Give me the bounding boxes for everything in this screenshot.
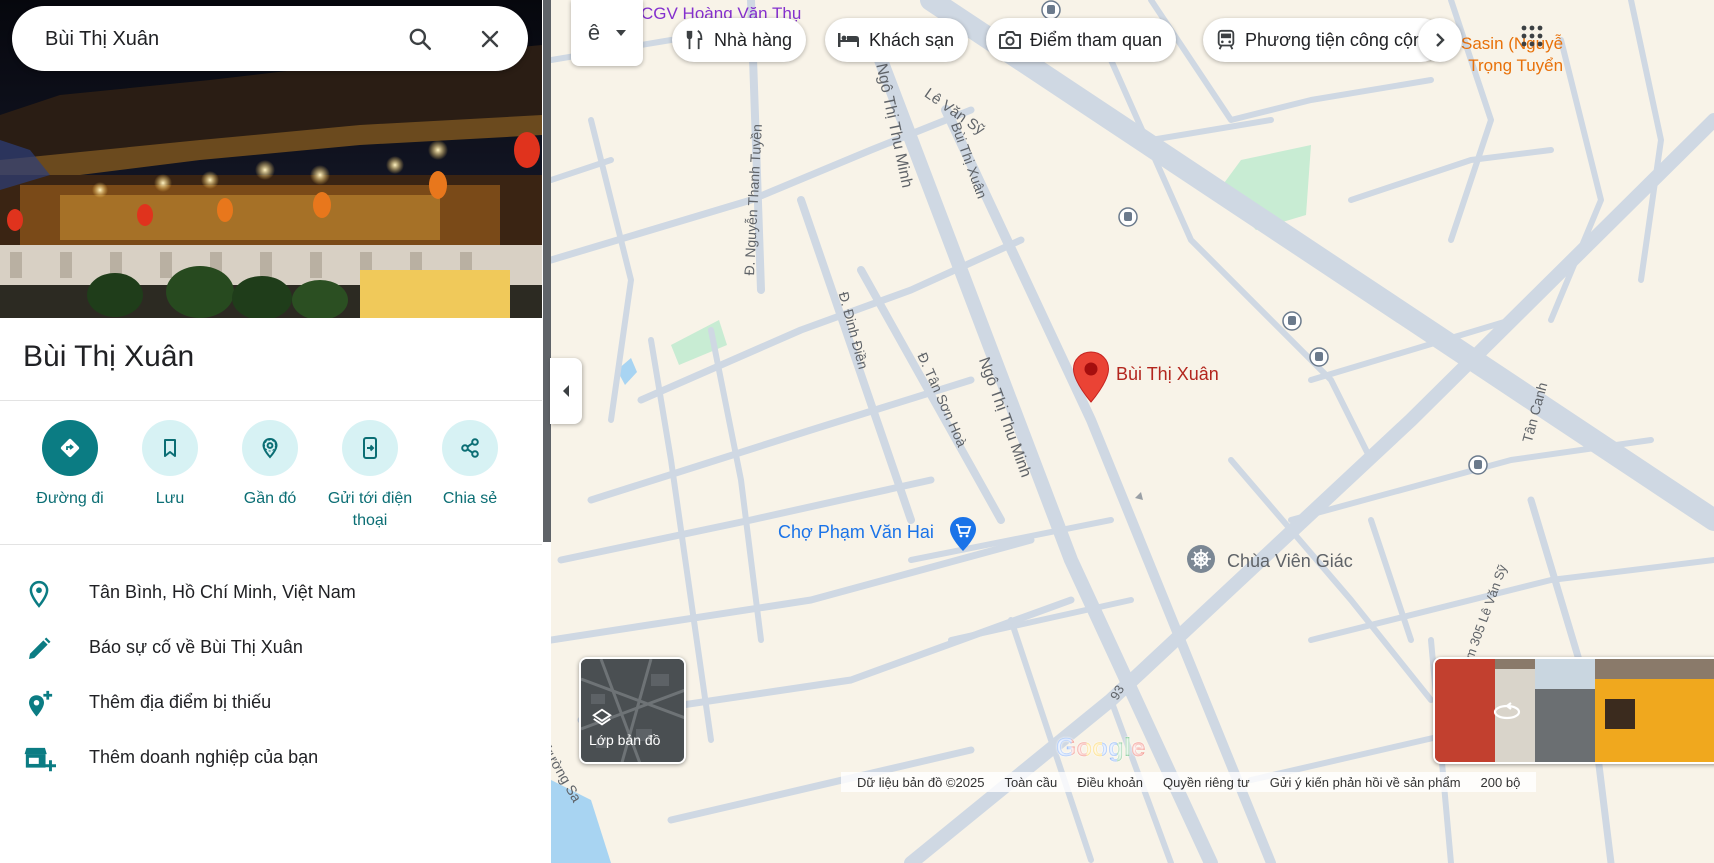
divider [0, 544, 542, 545]
add-business-icon [24, 744, 56, 774]
street-view-preview[interactable] [1433, 657, 1714, 764]
address-row[interactable]: Tân Bình, Hồ Chí Minh, Việt Nam [0, 567, 542, 619]
divider [0, 400, 542, 401]
chevron-down-icon [616, 30, 627, 36]
share-button[interactable]: Chia sẻ [420, 420, 520, 510]
add-missing-place-row[interactable]: Thêm địa điểm bị thiếu [0, 677, 542, 729]
chip-hotels[interactable]: Khách sạn [825, 18, 969, 62]
send-to-phone-button[interactable]: Gửi tới điện thoại [320, 420, 420, 532]
panel-scrollbar[interactable] [542, 0, 551, 863]
bus-stop-icon[interactable] [1468, 455, 1488, 480]
share-icon [442, 420, 498, 476]
search-input[interactable]: Bùi Thị Xuân [45, 28, 159, 51]
close-icon[interactable] [472, 21, 508, 57]
selected-place-label[interactable]: Bùi Thị Xuân [1116, 364, 1219, 385]
send-to-phone-icon [342, 420, 398, 476]
temple-icon[interactable] [1186, 544, 1216, 579]
bookmark-icon [142, 420, 198, 476]
chevron-right-icon [1436, 33, 1445, 47]
chip-label: Khách sạn [869, 29, 955, 50]
location-pin-icon [24, 579, 54, 609]
send-to-phone-label: Gửi tới điện thoại [327, 490, 413, 529]
chip-label: Nhà hàng [714, 29, 793, 50]
keyboard-vietnamese-icon: ê [587, 20, 601, 45]
directions-icon [42, 420, 98, 476]
restaurant-icon [686, 30, 703, 50]
scale-label[interactable]: 200 bộ [1481, 775, 1521, 790]
map-data-copyright[interactable]: Dữ liệu bản đồ ©2025 [857, 775, 984, 790]
chip-attractions[interactable]: Điểm tham quan [986, 18, 1177, 62]
add-missing-place-text: Thêm địa điểm bị thiếu [89, 692, 272, 712]
chips-next-button[interactable] [1418, 18, 1462, 62]
chip-label: Điểm tham quan [1030, 29, 1163, 50]
chevron-left-icon [563, 385, 569, 397]
nearby-button[interactable]: Gần đó [220, 420, 320, 510]
layers-icon [591, 707, 613, 734]
bus-stop-icon[interactable] [1118, 207, 1138, 232]
apps-grid-icon [1521, 25, 1543, 47]
market-label[interactable]: Chợ Phạm Văn Hai [778, 522, 934, 543]
temple-label[interactable]: Chùa Viên Giác [1227, 551, 1353, 572]
camera-icon [999, 31, 1021, 49]
nearby-label: Gần đó [243, 490, 297, 507]
nearby-icon [242, 420, 298, 476]
terms-link[interactable]: Điều khoản [1077, 775, 1143, 790]
map-footer: Dữ liệu bản đồ ©2025 Toàn cầu Điều khoản… [841, 772, 1537, 792]
chip-restaurants[interactable]: Nhà hàng [672, 18, 807, 62]
privacy-link[interactable]: Quyền riêng tư [1163, 775, 1250, 790]
rotate-360-icon [1493, 701, 1521, 728]
search-box[interactable]: Bùi Thị Xuân [12, 6, 528, 71]
directions-label: Đường đi [36, 490, 104, 507]
global-link[interactable]: Toàn cầu [1004, 775, 1057, 790]
map-layers-button[interactable]: Lớp bản đồ [579, 657, 686, 764]
address-text: Tân Bình, Hồ Chí Minh, Việt Nam [89, 582, 356, 602]
bus-stop-icon[interactable] [1309, 347, 1329, 372]
selected-place-pin-icon[interactable] [1072, 351, 1110, 408]
google-logo: Google [1056, 732, 1146, 762]
save-button[interactable]: Lưu [120, 420, 220, 510]
directions-button[interactable]: Đường đi [20, 420, 120, 510]
report-issue-row[interactable]: Báo sự cố về Bùi Thị Xuân [0, 622, 542, 674]
hotel-icon [838, 33, 859, 47]
transit-icon [1217, 29, 1235, 50]
chip-transit[interactable]: Phương tiện công cộng [1203, 18, 1443, 62]
chip-label: Phương tiện công cộng [1245, 29, 1433, 50]
place-panel: Bùi Thị Xuân Bùi Thị Xuân Đường đi Lưu G… [0, 0, 542, 863]
add-business-text: Thêm doanh nghiệp của bạn [89, 747, 319, 767]
google-apps-button[interactable] [1514, 18, 1550, 54]
add-business-row[interactable]: Thêm doanh nghiệp của bạn [0, 732, 542, 784]
place-title: Bùi Thị Xuân [23, 340, 195, 373]
edit-pencil-icon [24, 634, 54, 664]
bus-stop-icon[interactable] [1282, 311, 1302, 336]
add-place-icon [24, 689, 54, 719]
share-label: Chia sẻ [442, 490, 498, 507]
save-label: Lưu [155, 490, 185, 507]
layers-label: Lớp bản đồ [589, 732, 661, 748]
report-issue-text: Báo sự cố về Bùi Thị Xuân [89, 637, 303, 657]
search-icon[interactable] [402, 21, 438, 57]
feedback-link[interactable]: Gửi ý kiến phản hồi về sản phẩm [1270, 775, 1461, 790]
shopping-cart-icon[interactable] [948, 516, 978, 557]
map-canvas[interactable]: Lê Văn Sỹ Ngô Thị Thu Minh Ngô Thị Thu M… [551, 0, 1714, 863]
input-tools-button[interactable]: ê [571, 0, 643, 66]
collapse-panel-button[interactable] [550, 358, 582, 424]
